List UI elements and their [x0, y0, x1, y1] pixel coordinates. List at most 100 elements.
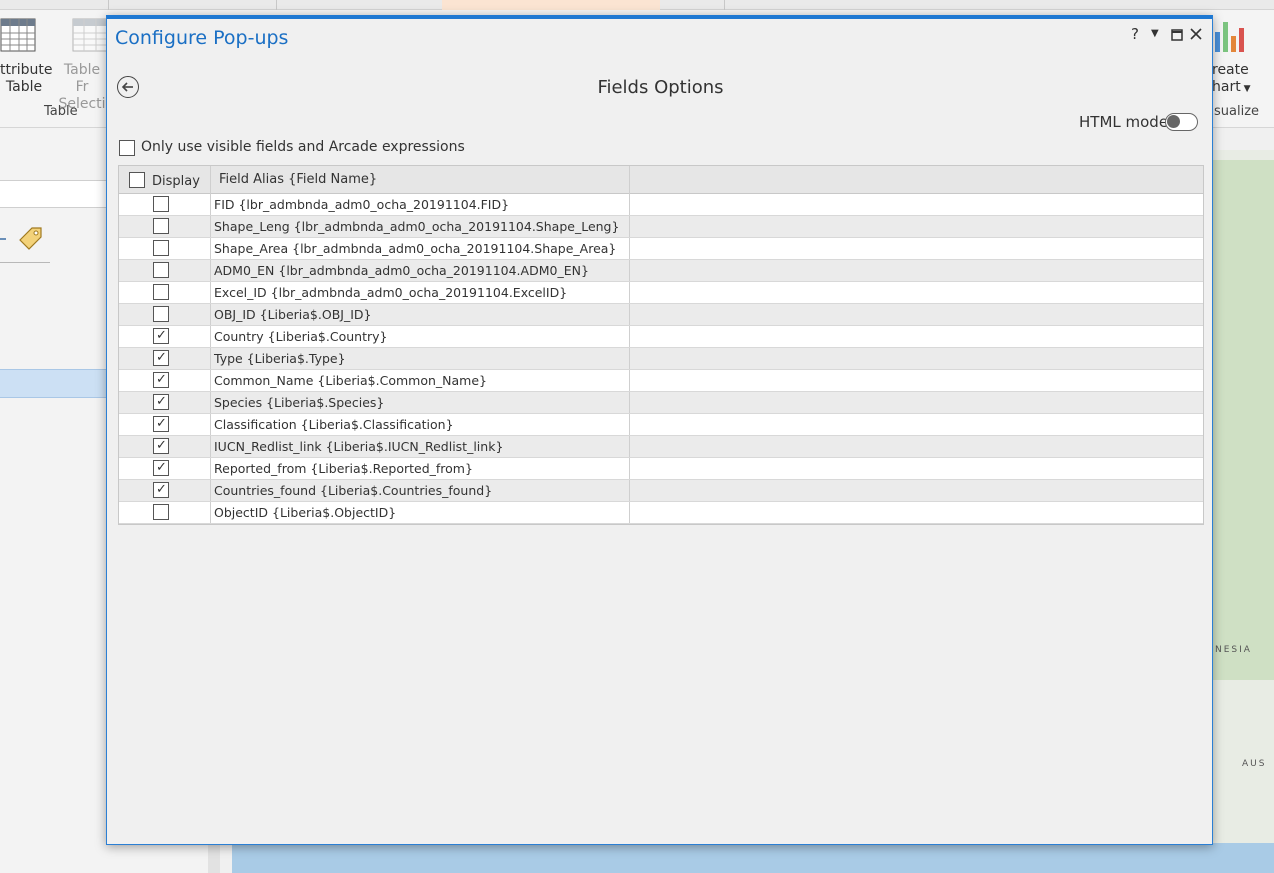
display-checkbox[interactable]: ✓: [153, 394, 169, 410]
extra-cell: [630, 260, 1203, 281]
tag-icon[interactable]: [16, 224, 46, 252]
options-dropdown-icon[interactable]: ▼: [1151, 28, 1159, 39]
check-icon: ✓: [156, 482, 167, 497]
select-all-checkbox[interactable]: ✓: [129, 172, 145, 188]
display-checkbox[interactable]: ✓: [153, 504, 169, 520]
table-row[interactable]: ✓ ObjectID {Liberia$.ObjectID}: [119, 502, 1203, 524]
display-checkbox[interactable]: ✓: [153, 306, 169, 322]
help-button[interactable]: ?: [1131, 25, 1139, 43]
display-checkbox[interactable]: ✓: [153, 240, 169, 256]
field-alias-cell[interactable]: ADM0_EN {lbr_admbnda_adm0_ocha_20191104.…: [211, 260, 630, 281]
table-row[interactable]: ✓ Shape_Area {lbr_admbnda_adm0_ocha_20191…: [119, 238, 1203, 260]
field-alias-cell[interactable]: Common_Name {Liberia$.Common_Name}: [211, 370, 630, 391]
table-row[interactable]: ✓ ADM0_EN {lbr_admbnda_adm0_ocha_20191104…: [119, 260, 1203, 282]
field-alias-column-header[interactable]: Field Alias {Field Name}: [211, 166, 630, 194]
extra-cell: [630, 238, 1203, 259]
field-alias-cell[interactable]: Type {Liberia$.Type}: [211, 348, 630, 369]
display-checkbox[interactable]: ✓: [153, 350, 169, 366]
display-cell: ✓: [119, 348, 211, 369]
table-row[interactable]: ✓ Countries_found {Liberia$.Countries_fou…: [119, 480, 1203, 502]
extra-column-header: [630, 166, 1203, 194]
field-alias-cell[interactable]: ObjectID {Liberia$.ObjectID}: [211, 502, 630, 523]
attribute-table-button[interactable]: ttribute Table: [0, 62, 53, 96]
display-checkbox[interactable]: ✓: [153, 284, 169, 300]
display-checkbox[interactable]: ✓: [153, 218, 169, 234]
extra-cell: [630, 414, 1203, 435]
table-from-selection-icon[interactable]: [72, 18, 108, 52]
display-cell: ✓: [119, 282, 211, 303]
table-row[interactable]: ✓ IUCN_Redlist_link {Liberia$.IUCN_Redlis…: [119, 436, 1203, 458]
tab-divider: [108, 0, 109, 10]
maximize-button[interactable]: [1171, 27, 1183, 45]
table-row[interactable]: ✓ Species {Liberia$.Species}: [119, 392, 1203, 414]
check-icon: ✓: [156, 394, 167, 409]
display-checkbox[interactable]: ✓: [153, 482, 169, 498]
display-checkbox[interactable]: ✓: [153, 328, 169, 344]
extra-cell: [630, 370, 1203, 391]
chevron-down-icon: ▼: [1240, 84, 1251, 94]
table-row[interactable]: ✓ Shape_Leng {lbr_admbnda_adm0_ocha_20191…: [119, 216, 1203, 238]
pane-search-box[interactable]: [0, 180, 120, 208]
field-alias-cell[interactable]: Shape_Area {lbr_admbnda_adm0_ocha_201911…: [211, 238, 630, 259]
tab-divider: [724, 0, 725, 10]
table-row[interactable]: ✓ Type {Liberia$.Type}: [119, 348, 1203, 370]
table-body: ✓ FID {lbr_admbnda_adm0_ocha_20191104.FID…: [119, 194, 1203, 524]
table-row[interactable]: ✓ Country {Liberia$.Country}: [119, 326, 1203, 348]
display-checkbox[interactable]: ✓: [153, 262, 169, 278]
pane-divider: [0, 262, 50, 263]
display-cell: ✓: [119, 216, 211, 237]
display-checkbox[interactable]: ✓: [153, 438, 169, 454]
display-cell: ✓: [119, 480, 211, 501]
check-icon: ✓: [156, 328, 167, 343]
ribbon-group-visualize-label: sualize: [1214, 104, 1260, 119]
selected-layer-item[interactable]: [0, 369, 120, 398]
extra-cell: [630, 216, 1203, 237]
create-chart-icon[interactable]: [1213, 18, 1247, 54]
table-row[interactable]: ✓ Reported_from {Liberia$.Reported_from}: [119, 458, 1203, 480]
display-checkbox[interactable]: ✓: [153, 372, 169, 388]
fields-options-heading: Fields Options: [597, 77, 724, 98]
html-mode-toggle[interactable]: [1165, 113, 1198, 131]
field-alias-cell[interactable]: Reported_from {Liberia$.Reported_from}: [211, 458, 630, 479]
field-alias-cell[interactable]: Countries_found {Liberia$.Countries_foun…: [211, 480, 630, 501]
field-alias-cell[interactable]: Excel_ID {lbr_admbnda_adm0_ocha_20191104…: [211, 282, 630, 303]
ribbon-contextual-tab[interactable]: [442, 0, 660, 10]
create-chart-label-2-text: hart: [1212, 79, 1241, 95]
table-row[interactable]: ✓ Excel_ID {lbr_admbnda_adm0_ocha_2019110…: [119, 282, 1203, 304]
display-checkbox[interactable]: ✓: [153, 416, 169, 432]
display-checkbox[interactable]: ✓: [153, 460, 169, 476]
field-alias-cell[interactable]: FID {lbr_admbnda_adm0_ocha_20191104.FID}: [211, 194, 630, 215]
map-label-aus: AUS: [1242, 759, 1267, 769]
table-from-selection-label-1: Table Fr: [63, 62, 101, 95]
field-alias-cell[interactable]: IUCN_Redlist_link {Liberia$.IUCN_Redlist…: [211, 436, 630, 457]
display-cell: ✓: [119, 194, 211, 215]
field-alias-cell[interactable]: Country {Liberia$.Country}: [211, 326, 630, 347]
extra-cell: [630, 194, 1203, 215]
only-visible-fields-checkbox[interactable]: ✓: [119, 140, 135, 156]
extra-cell: [630, 392, 1203, 413]
fields-table: ✓ Display Field Alias {Field Name} ✓ FID …: [118, 165, 1204, 525]
map-landmass: [1212, 160, 1274, 680]
attribute-table-icon[interactable]: [0, 18, 36, 52]
attribute-table-label-2: Table: [5, 79, 43, 95]
display-checkbox[interactable]: ✓: [153, 196, 169, 212]
create-chart-button[interactable]: reate hart ▼: [1212, 62, 1262, 98]
extra-cell: [630, 282, 1203, 303]
field-alias-cell[interactable]: OBJ_ID {Liberia$.OBJ_ID}: [211, 304, 630, 325]
display-cell: ✓: [119, 238, 211, 259]
table-row[interactable]: ✓ Common_Name {Liberia$.Common_Name}: [119, 370, 1203, 392]
field-alias-cell[interactable]: Shape_Leng {lbr_admbnda_adm0_ocha_201911…: [211, 216, 630, 237]
check-icon: ✓: [156, 350, 167, 365]
table-row[interactable]: ✓ OBJ_ID {Liberia$.OBJ_ID}: [119, 304, 1203, 326]
display-column-header[interactable]: ✓ Display: [119, 166, 211, 194]
create-chart-label-1: reate: [1212, 62, 1249, 78]
display-cell: ✓: [119, 436, 211, 457]
table-row[interactable]: ✓ Classification {Liberia$.Classification…: [119, 414, 1203, 436]
field-alias-cell[interactable]: Classification {Liberia$.Classification}: [211, 414, 630, 435]
table-row[interactable]: ✓ FID {lbr_admbnda_adm0_ocha_20191104.FID…: [119, 194, 1203, 216]
display-cell: ✓: [119, 304, 211, 325]
field-alias-cell[interactable]: Species {Liberia$.Species}: [211, 392, 630, 413]
ribbon-group-table-label: Table: [44, 104, 78, 119]
extra-cell: [630, 436, 1203, 457]
close-button[interactable]: [1190, 26, 1202, 44]
